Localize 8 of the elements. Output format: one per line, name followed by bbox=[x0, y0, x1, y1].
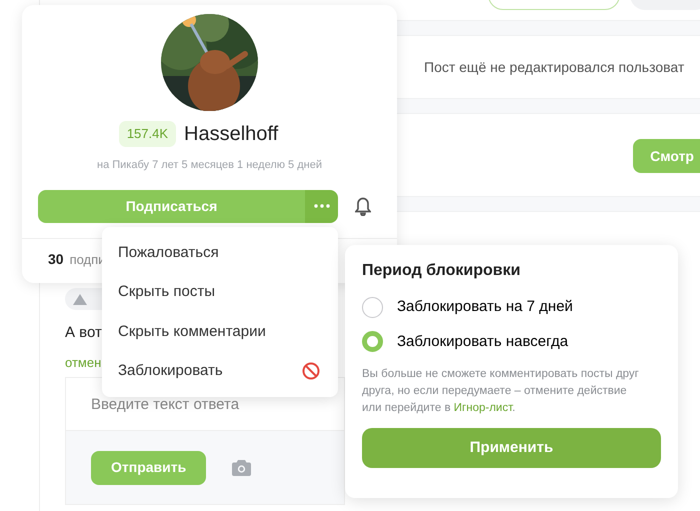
tenure-text: на Пикабу 7 лет 5 месяцев 1 неделю 5 дней bbox=[96, 158, 323, 173]
popover-title: Период блокировки bbox=[362, 261, 522, 280]
user-name: Hasselhoff bbox=[184, 122, 278, 147]
edit-note: Пост ещё не редактировался пользоват bbox=[424, 58, 684, 77]
warning-text: Вы больше не сможете комментировать посты друг друга, но если передумаете – отмените действие или перейдите в Игнор-лист. bbox=[362, 367, 640, 416]
comment-text: А вот bbox=[65, 323, 102, 343]
rating-badge: 157.4K bbox=[118, 121, 176, 147]
subscribers-count: 30 bbox=[48, 250, 64, 268]
